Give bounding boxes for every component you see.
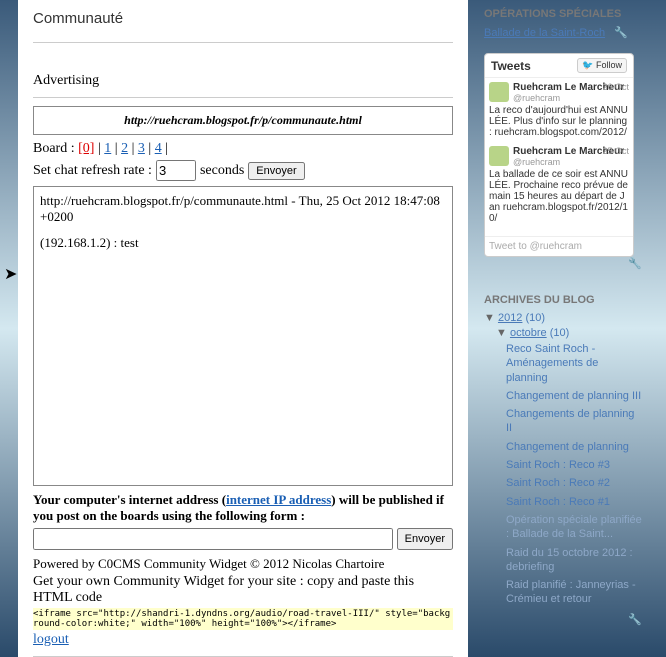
ip-address-link[interactable]: internet IP address: [226, 492, 331, 507]
wrench-icon[interactable]: 🔧: [614, 27, 628, 39]
archive-year[interactable]: ▼ 2012 (10): [484, 312, 642, 324]
logout-link[interactable]: logout: [33, 632, 69, 647]
divider: [33, 97, 453, 98]
twitter-icon: 🐦: [582, 60, 593, 70]
archive-post-link[interactable]: Saint Roch : Reco #1: [506, 495, 642, 509]
wrench-icon[interactable]: 🔧: [628, 614, 642, 626]
archive-post-link[interactable]: Saint Roch : Reco #2: [506, 476, 642, 490]
wrench-icon[interactable]: 🔧: [628, 258, 642, 270]
archive-posts: Reco Saint Roch - Aménagements de planni…: [506, 342, 642, 607]
main-content: Communauté Advertising http://ruehcram.b…: [18, 0, 468, 657]
get-own-widget: Get your own Community Widget for your s…: [33, 574, 453, 606]
tweet-date: 26 Oct: [602, 82, 629, 92]
tweet-compose[interactable]: Tweet to @ruehcram: [485, 236, 633, 256]
board-link-1[interactable]: 1: [104, 141, 111, 156]
post-input[interactable]: [33, 528, 393, 550]
tweets-title: Tweets: [491, 59, 531, 73]
archive-post-link[interactable]: Saint Roch : Reco #3: [506, 458, 642, 472]
board-link-4[interactable]: 4: [155, 141, 162, 156]
chevron-down-icon[interactable]: ▼: [496, 327, 510, 339]
divider: [33, 42, 453, 43]
sidebar: OPÉRATIONS SPÉCIALES Ballade de la Saint…: [478, 0, 648, 657]
archive-post-link[interactable]: Changement de planning III: [506, 389, 642, 403]
tweet-date: 25 Oct: [602, 146, 629, 156]
iframe-embed-code[interactable]: <iframe src="http://shandri-1.dyndns.org…: [33, 608, 453, 630]
advertising-label: Advertising: [33, 73, 453, 89]
refresh-send-button[interactable]: Envoyer: [248, 162, 304, 180]
avatar: [489, 146, 509, 166]
archive-month[interactable]: ▼ octobre (10): [496, 327, 642, 339]
tweets-header: Tweets 🐦 Follow: [485, 54, 633, 78]
tweet-item[interactable]: 25 Oct Ruehcram Le Marcheur @ruehcram La…: [489, 146, 629, 224]
archives-section: ARCHIVES DU BLOG ▼ 2012 (10) ▼ octobre (…: [484, 294, 642, 607]
archives-heading: ARCHIVES DU BLOG: [484, 294, 642, 306]
tweet-item[interactable]: 26 Oct Ruehcram Le Marcheur @ruehcram La…: [489, 82, 629, 138]
page-url-box: http://ruehcram.blogspot.fr/p/communaute…: [33, 106, 453, 135]
board-link-3[interactable]: 3: [138, 141, 145, 156]
operations-link[interactable]: Ballade de la Saint-Roch: [484, 27, 605, 39]
post-send-button[interactable]: Envoyer: [397, 528, 453, 550]
chevron-down-icon[interactable]: ▼: [484, 312, 498, 324]
tweets-list[interactable]: 26 Oct Ruehcram Le Marcheur @ruehcram La…: [485, 78, 633, 236]
chat-line: (192.168.1.2) : test: [40, 235, 446, 251]
tweet-text: La ballade de ce soir est ANNULÉE. Proch…: [489, 169, 629, 224]
avatar: [489, 82, 509, 102]
tweet-handle: @ruehcram: [489, 157, 629, 167]
archive-post-link[interactable]: Raid planifié : Janneyrias - Crémieu et …: [506, 578, 642, 607]
chat-line: http://ruehcram.blogspot.fr/p/communaute…: [40, 193, 446, 225]
tweet-handle: @ruehcram: [489, 93, 629, 103]
archive-post-link[interactable]: Opération spéciale planifiée : Ballade d…: [506, 513, 642, 542]
post-form: Envoyer: [33, 528, 453, 550]
board-link-0[interactable]: [0]: [78, 141, 94, 156]
refresh-rate-input[interactable]: [156, 160, 196, 181]
archive-post-link[interactable]: Changements de planning II: [506, 407, 642, 436]
ip-notice: Your computer's internet address (intern…: [33, 492, 453, 524]
powered-by: Powered by C0CMS Community Widget © 2012…: [33, 556, 453, 572]
archive-post-link[interactable]: Reco Saint Roch - Aménagements de planni…: [506, 342, 642, 385]
board-link-2[interactable]: 2: [121, 141, 128, 156]
refresh-controls: Set chat refresh rate : seconds Envoyer: [33, 160, 453, 181]
tweets-widget: Tweets 🐦 Follow 26 Oct Ruehcram Le March…: [484, 53, 634, 257]
chat-box: http://ruehcram.blogspot.fr/p/communaute…: [33, 186, 453, 486]
tweet-text: La reco d'aujourd'hui est ANNULÉE. Plus …: [489, 105, 629, 138]
follow-button[interactable]: 🐦 Follow: [577, 58, 627, 73]
page-title: Communauté: [33, 10, 453, 27]
operations-heading: OPÉRATIONS SPÉCIALES: [484, 8, 642, 20]
archive-post-link[interactable]: Changement de planning: [506, 440, 642, 454]
archive-post-link[interactable]: Raid du 15 octobre 2012 : debriefing: [506, 546, 642, 575]
board-selector: Board : [0] | 1 | 2 | 3 | 4 |: [33, 141, 453, 157]
